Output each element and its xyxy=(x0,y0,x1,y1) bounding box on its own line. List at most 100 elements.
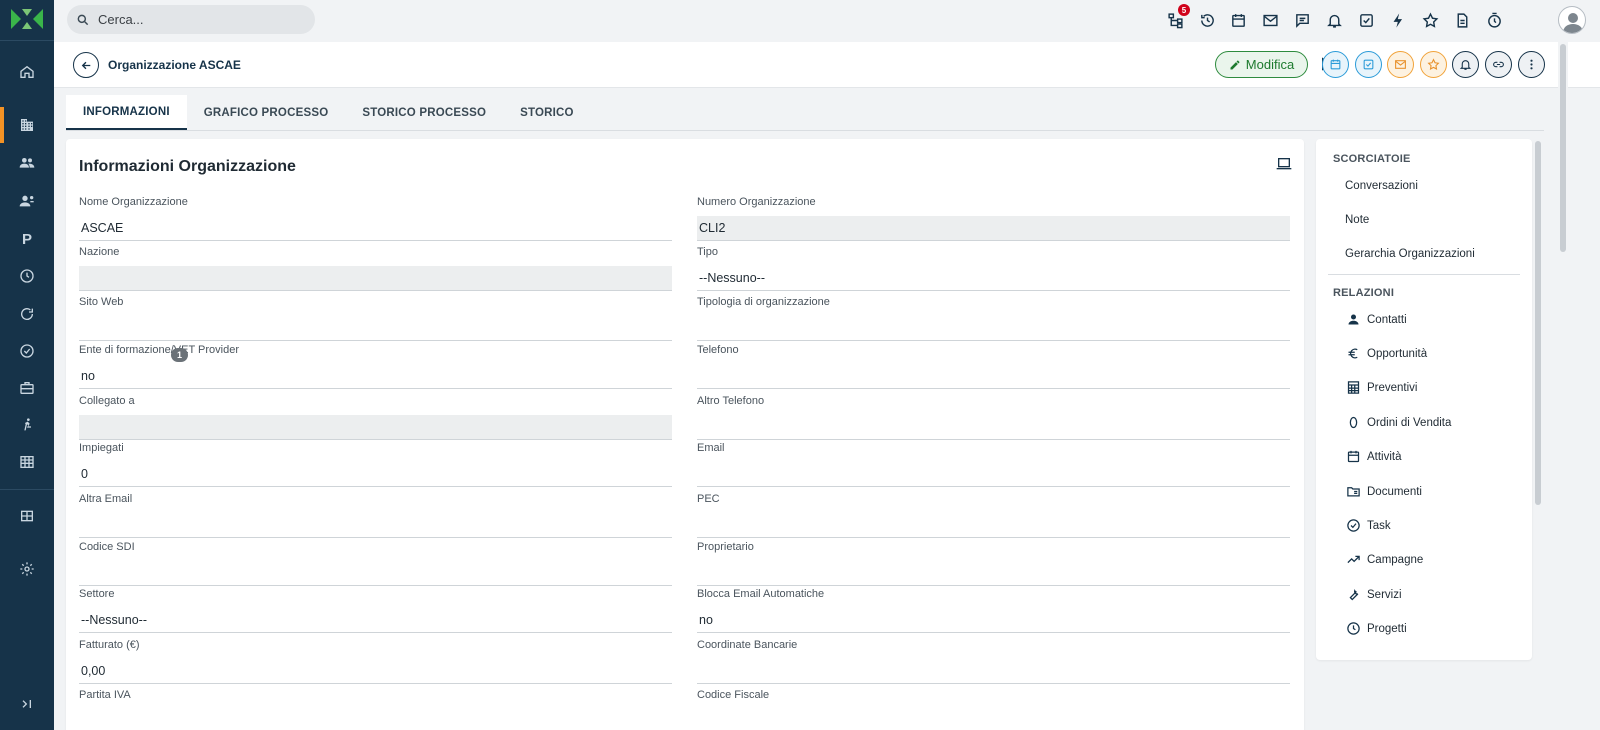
calendar-icon[interactable] xyxy=(1228,10,1248,30)
field-value[interactable]: no xyxy=(79,364,672,389)
field-tipo: Tipo --Nessuno-- xyxy=(697,246,1290,291)
field-value[interactable] xyxy=(697,316,1290,341)
shortcut-note[interactable]: Note xyxy=(1345,214,1369,226)
euro-icon xyxy=(1348,348,1358,359)
send-email-button[interactable] xyxy=(1387,51,1414,78)
history-icon[interactable] xyxy=(1197,10,1217,30)
relation-progetti[interactable]: Progetti xyxy=(1346,621,1407,636)
star-icon[interactable] xyxy=(1420,10,1440,30)
contacts-icon[interactable] xyxy=(0,145,54,181)
shortcuts-scrollbar[interactable] xyxy=(1534,139,1542,660)
clock-icon[interactable] xyxy=(0,258,54,294)
field-proprietario: Proprietario xyxy=(697,541,1290,586)
organizations-icon[interactable] xyxy=(0,107,54,143)
tab-storico[interactable]: STORICO xyxy=(503,95,591,131)
calendar-icon xyxy=(1347,450,1360,463)
field-value[interactable] xyxy=(79,513,672,538)
shortcuts-panel: SCORCIATOIE Conversazioni Note Gerarchia… xyxy=(1316,139,1532,660)
field-nazione: Nazione xyxy=(79,246,672,291)
user-avatar[interactable] xyxy=(1558,6,1586,34)
field-value[interactable] xyxy=(79,709,672,730)
relation-contatti[interactable]: Contatti xyxy=(1346,312,1407,327)
leads-icon[interactable] xyxy=(0,183,54,219)
shortcut-conversazioni[interactable]: Conversazioni xyxy=(1345,180,1418,192)
field-value[interactable] xyxy=(697,659,1290,684)
page-scroll-thumb[interactable] xyxy=(1560,44,1566,252)
app-logo[interactable] xyxy=(9,7,45,31)
edit-button[interactable]: Modifica xyxy=(1215,51,1308,78)
relation-task[interactable]: Task xyxy=(1346,518,1391,533)
field-value[interactable] xyxy=(697,709,1290,730)
flash-icon[interactable] xyxy=(1388,10,1408,30)
field-codice-fiscale: Codice Fiscale xyxy=(697,689,1290,730)
task-check-icon xyxy=(1363,59,1374,70)
accessibility-icon[interactable] xyxy=(0,407,54,443)
bell-icon[interactable] xyxy=(1324,10,1344,30)
p-icon[interactable]: P xyxy=(0,221,54,257)
field-value[interactable]: ASCAE xyxy=(79,216,672,241)
field-value[interactable]: 0,00 xyxy=(79,659,672,684)
home-icon[interactable] xyxy=(0,54,54,90)
calendar-add-icon xyxy=(1330,59,1341,70)
briefcase-icon[interactable] xyxy=(0,370,54,406)
add-event-button[interactable] xyxy=(1322,51,1349,78)
field-email: Email xyxy=(697,442,1290,487)
field-value[interactable]: 0 xyxy=(79,462,672,487)
chat-icon[interactable] xyxy=(1292,10,1312,30)
link-button[interactable] xyxy=(1485,51,1512,78)
add-task-button[interactable] xyxy=(1355,51,1382,78)
shortcuts-heading: SCORCIATOIE xyxy=(1333,153,1411,165)
record-tabs: INFORMAZIONI GRAFICO PROCESSO STORICO PR… xyxy=(66,95,591,131)
check-circle-icon[interactable] xyxy=(0,333,54,369)
tab-storico-processo[interactable]: STORICO PROCESSO xyxy=(345,95,503,131)
panel-title: Informazioni Organizzazione xyxy=(79,158,296,175)
relation-attivita[interactable]: Attività xyxy=(1346,449,1402,464)
record-title: Organizzazione ASCAE xyxy=(108,58,241,72)
hierarchy-icon[interactable]: 5 xyxy=(1165,4,1190,30)
left-sidebar: P xyxy=(0,0,54,730)
field-pec: PEC xyxy=(697,493,1290,538)
field-value[interactable] xyxy=(79,316,672,341)
field-value[interactable] xyxy=(697,415,1290,440)
shortcut-gerarchia[interactable]: Gerarchia Organizzazioni xyxy=(1345,248,1475,260)
check-circle-icon xyxy=(1347,519,1360,532)
relation-ordini-vendita[interactable]: Ordini di Vendita xyxy=(1346,415,1451,430)
field-value[interactable]: no xyxy=(697,608,1290,633)
field-value[interactable]: --Nessuno-- xyxy=(79,608,672,633)
relation-campagne[interactable]: Campagne xyxy=(1346,552,1423,567)
page-scrollbar[interactable] xyxy=(1558,42,1568,730)
relation-opportunita[interactable]: Opportunità xyxy=(1346,346,1427,361)
field-value[interactable] xyxy=(79,561,672,586)
tab-grafico-processo[interactable]: GRAFICO PROCESSO xyxy=(187,95,346,131)
tab-informazioni[interactable]: INFORMAZIONI xyxy=(66,95,187,131)
field-altra-email: Altra Email xyxy=(79,493,672,538)
field-value[interactable] xyxy=(697,462,1290,487)
field-value[interactable] xyxy=(697,364,1290,389)
timer-icon[interactable] xyxy=(1484,10,1504,30)
field-value[interactable] xyxy=(697,513,1290,538)
expand-sidebar-icon[interactable] xyxy=(0,686,54,722)
table-icon[interactable] xyxy=(0,444,54,480)
relation-documenti[interactable]: Documenti xyxy=(1346,484,1422,499)
follow-button[interactable] xyxy=(1452,51,1479,78)
relation-preventivi[interactable]: Preventivi xyxy=(1346,380,1418,395)
relation-servizi[interactable]: Servizi xyxy=(1346,587,1402,602)
refresh-icon[interactable] xyxy=(0,296,54,332)
more-menu-button[interactable] xyxy=(1518,51,1545,78)
field-value[interactable] xyxy=(697,561,1290,586)
back-button[interactable] xyxy=(73,52,99,78)
task-check-icon[interactable] xyxy=(1356,10,1376,30)
field-value[interactable]: --Nessuno-- xyxy=(697,266,1290,291)
settings-icon[interactable] xyxy=(0,551,54,587)
laptop-icon[interactable] xyxy=(1276,157,1292,171)
mail-icon[interactable] xyxy=(1260,10,1280,30)
shortcuts-scroll-thumb[interactable] xyxy=(1535,141,1541,505)
search-input[interactable] xyxy=(98,12,298,27)
field-value[interactable] xyxy=(79,415,672,440)
field-value[interactable] xyxy=(79,266,672,291)
grid-icon[interactable] xyxy=(0,498,54,534)
document-icon[interactable] xyxy=(1452,10,1472,30)
search-box[interactable] xyxy=(67,5,315,34)
field-value[interactable]: CLI2 xyxy=(697,216,1290,241)
favorite-button[interactable] xyxy=(1420,51,1447,78)
